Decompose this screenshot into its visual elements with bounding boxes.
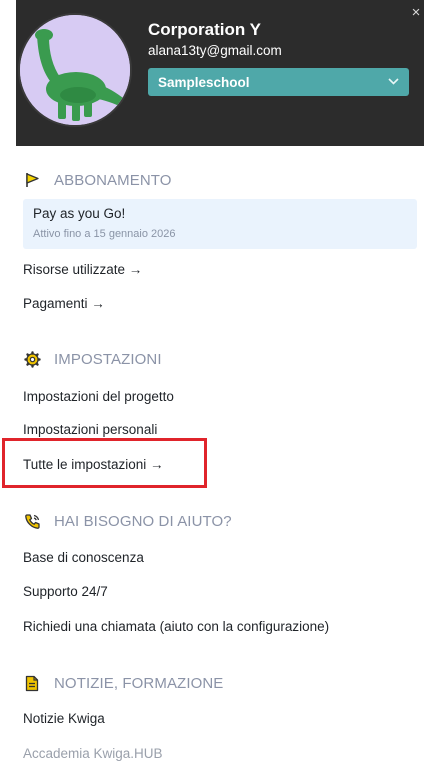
plan-name: Pay as you Go! — [33, 206, 126, 221]
link-kwiga-academy[interactable]: Accademia Kwiga.HUB — [23, 746, 163, 761]
phone-icon — [23, 512, 41, 530]
link-payments[interactable]: Pagamenti → — [23, 296, 105, 311]
section-title-help: HAI BISOGNO DI AIUTO? — [54, 512, 232, 530]
section-settings: IMPOSTAZIONI — [23, 350, 162, 368]
school-select-value: Sampleschool — [158, 74, 250, 90]
link-support-24-7[interactable]: Supporto 24/7 — [23, 584, 108, 599]
section-help: HAI BISOGNO DI AIUTO? — [23, 512, 232, 530]
section-title-subscription: ABBONAMENTO — [54, 171, 172, 189]
highlight-box — [2, 438, 207, 488]
gear-icon — [23, 350, 41, 368]
account-menu-panel: × Corporation Y alana13ty@gmail.com Samp… — [0, 0, 424, 775]
account-header: × Corporation Y alana13ty@gmail.com Samp… — [16, 0, 424, 146]
section-subscription: ABBONAMENTO — [23, 171, 172, 189]
chevron-down-icon — [388, 77, 399, 88]
school-select[interactable]: Sampleschool — [148, 68, 409, 96]
link-resources-used[interactable]: Risorse utilizzate → — [23, 262, 142, 277]
organization-name: Corporation Y — [148, 20, 262, 39]
link-knowledge-base[interactable]: Base di conoscenza — [23, 550, 144, 565]
flag-icon — [23, 171, 41, 189]
avatar[interactable] — [20, 15, 130, 125]
link-request-call[interactable]: Richiedi una chiamata (aiuto con la conf… — [23, 619, 329, 634]
close-icon[interactable]: × — [408, 0, 424, 28]
plan-card[interactable]: Pay as you Go! Attivo fino a 15 gennaio … — [23, 199, 417, 249]
dinosaur-icon — [20, 15, 130, 125]
link-project-settings[interactable]: Impostazioni del progetto — [23, 389, 174, 404]
section-title-settings: IMPOSTAZIONI — [54, 350, 162, 368]
section-news: NOTIZIE, FORMAZIONE — [23, 674, 223, 692]
user-email: alana13ty@gmail.com — [148, 43, 282, 58]
plan-active-until: Attivo fino a 15 gennaio 2026 — [33, 228, 176, 240]
section-title-news: NOTIZIE, FORMAZIONE — [54, 674, 224, 692]
document-icon — [23, 674, 41, 692]
link-kwiga-news[interactable]: Notizie Kwiga — [23, 711, 105, 726]
link-personal-settings[interactable]: Impostazioni personali — [23, 422, 157, 437]
